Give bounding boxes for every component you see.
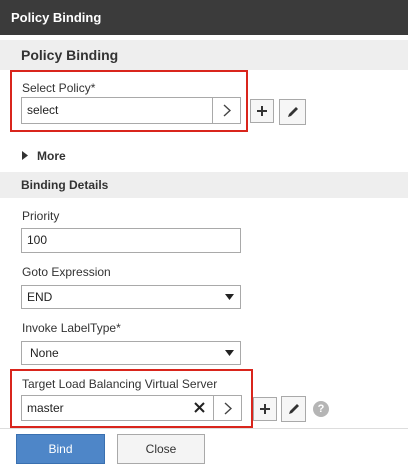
priority-value: 100 <box>27 233 48 247</box>
goto-expression-select[interactable]: END <box>21 285 241 309</box>
triangle-expand-icon[interactable] <box>22 151 28 160</box>
chevron-right-icon <box>224 401 232 415</box>
add-vserver-button[interactable] <box>253 397 277 421</box>
footer-divider <box>0 428 408 429</box>
pencil-icon <box>288 404 299 414</box>
edit-policy-button[interactable] <box>279 99 306 125</box>
section-heading-policy-binding: Policy Binding <box>0 40 408 70</box>
plus-icon <box>260 404 270 414</box>
select-policy-chevron-button[interactable] <box>212 98 240 123</box>
target-vserver-label: Target Load Balancing Virtual Server <box>22 377 218 391</box>
clear-x-icon[interactable] <box>194 402 205 416</box>
priority-input[interactable]: 100 <box>21 228 241 253</box>
priority-label: Priority <box>22 209 60 223</box>
more-toggle[interactable]: More <box>37 149 66 163</box>
help-icon[interactable]: ? <box>313 401 329 417</box>
bind-button[interactable]: Bind <box>16 434 105 464</box>
select-policy-label: Select Policy* <box>22 81 96 95</box>
target-vserver-chevron-button[interactable] <box>213 396 241 420</box>
select-policy-value: select <box>27 103 59 117</box>
section-heading-binding-details: Binding Details <box>0 172 408 198</box>
edit-vserver-button[interactable] <box>281 396 306 422</box>
goto-expression-value: END <box>27 290 53 304</box>
close-button[interactable]: Close <box>117 434 205 464</box>
chevron-right-icon <box>223 104 231 117</box>
dropdown-arrow-icon <box>225 350 234 356</box>
invoke-labeltype-label: Invoke LabelType* <box>22 321 121 335</box>
target-vserver-field[interactable]: master <box>21 395 242 421</box>
dropdown-arrow-icon <box>225 294 234 300</box>
invoke-labeltype-value: None <box>30 346 59 360</box>
select-policy-field[interactable]: select <box>21 97 241 124</box>
target-vserver-value: master <box>27 401 64 415</box>
window-title: Policy Binding <box>0 0 408 35</box>
goto-expression-label: Goto Expression <box>22 265 111 279</box>
add-policy-button[interactable] <box>250 99 274 123</box>
pencil-icon <box>287 107 298 117</box>
plus-icon <box>257 106 267 116</box>
invoke-labeltype-select[interactable]: None <box>21 341 241 365</box>
